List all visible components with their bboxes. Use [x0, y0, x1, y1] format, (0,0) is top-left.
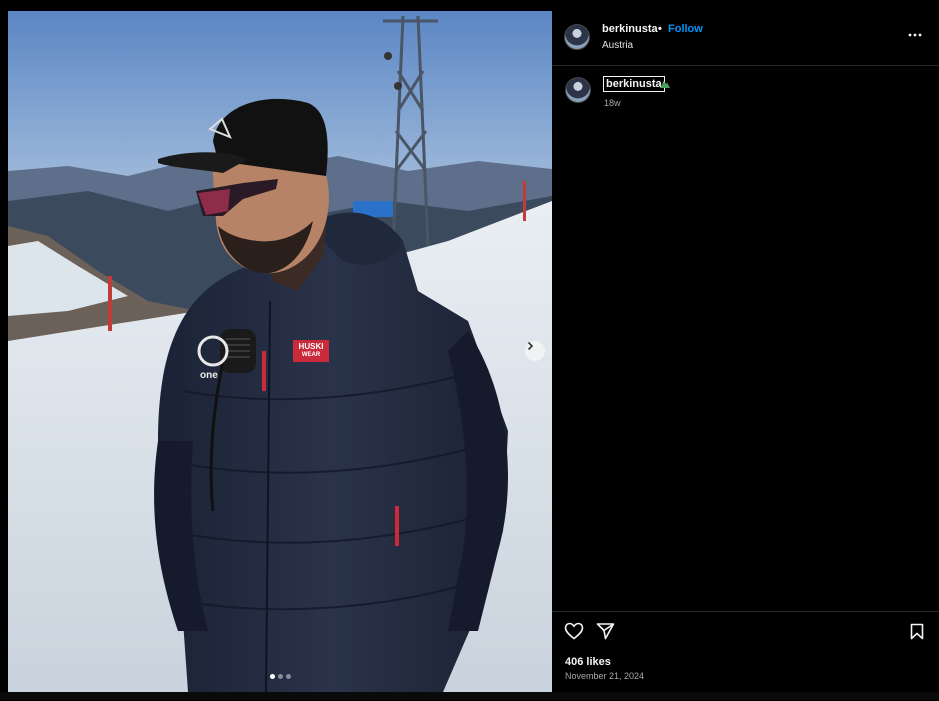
follow-button[interactable]: Follow [668, 23, 703, 35]
post-date: November 21, 2024 [565, 671, 645, 681]
top-strip [0, 0, 939, 10]
carousel-dot-active [270, 674, 275, 679]
post-modal: HUSKI WEAR one berkinusta • Follow Austr… [0, 0, 939, 700]
post-media[interactable]: HUSKI WEAR one [8, 11, 552, 692]
bottom-strip [0, 692, 939, 700]
post-photo [8, 11, 552, 692]
brand-patch: HUSKI WEAR [293, 340, 329, 362]
post-actions: 406 likes November 21, 2024 [552, 611, 939, 701]
author-username[interactable]: berkinusta [602, 23, 658, 35]
post-header: berkinusta • Follow Austria [552, 11, 939, 66]
carousel-indicator [270, 674, 291, 679]
carousel-dot [278, 674, 283, 679]
caption-time: 18w [604, 98, 621, 108]
caption-username[interactable]: berkinusta [603, 76, 665, 92]
mountain-icon [660, 81, 670, 88]
post-location[interactable]: Austria [602, 40, 633, 51]
separator-dot: • [658, 23, 662, 35]
post-side-panel: berkinusta • Follow Austria berkinusta 1… [552, 11, 939, 700]
chest-logo-text: one [200, 370, 218, 381]
caption-avatar[interactable] [565, 77, 591, 103]
carousel-dot [286, 674, 291, 679]
next-slide-button[interactable] [525, 341, 545, 361]
chevron-right-icon [527, 341, 534, 351]
likes-count[interactable]: 406 likes [565, 656, 611, 668]
bookmark-icon[interactable] [910, 623, 924, 640]
share-icon[interactable] [596, 622, 615, 640]
brand-patch-bottom: WEAR [301, 352, 321, 358]
heart-icon[interactable] [564, 622, 584, 640]
author-avatar[interactable] [564, 24, 590, 50]
brand-patch-top: HUSKI [298, 342, 324, 351]
more-options-icon[interactable] [908, 28, 922, 42]
